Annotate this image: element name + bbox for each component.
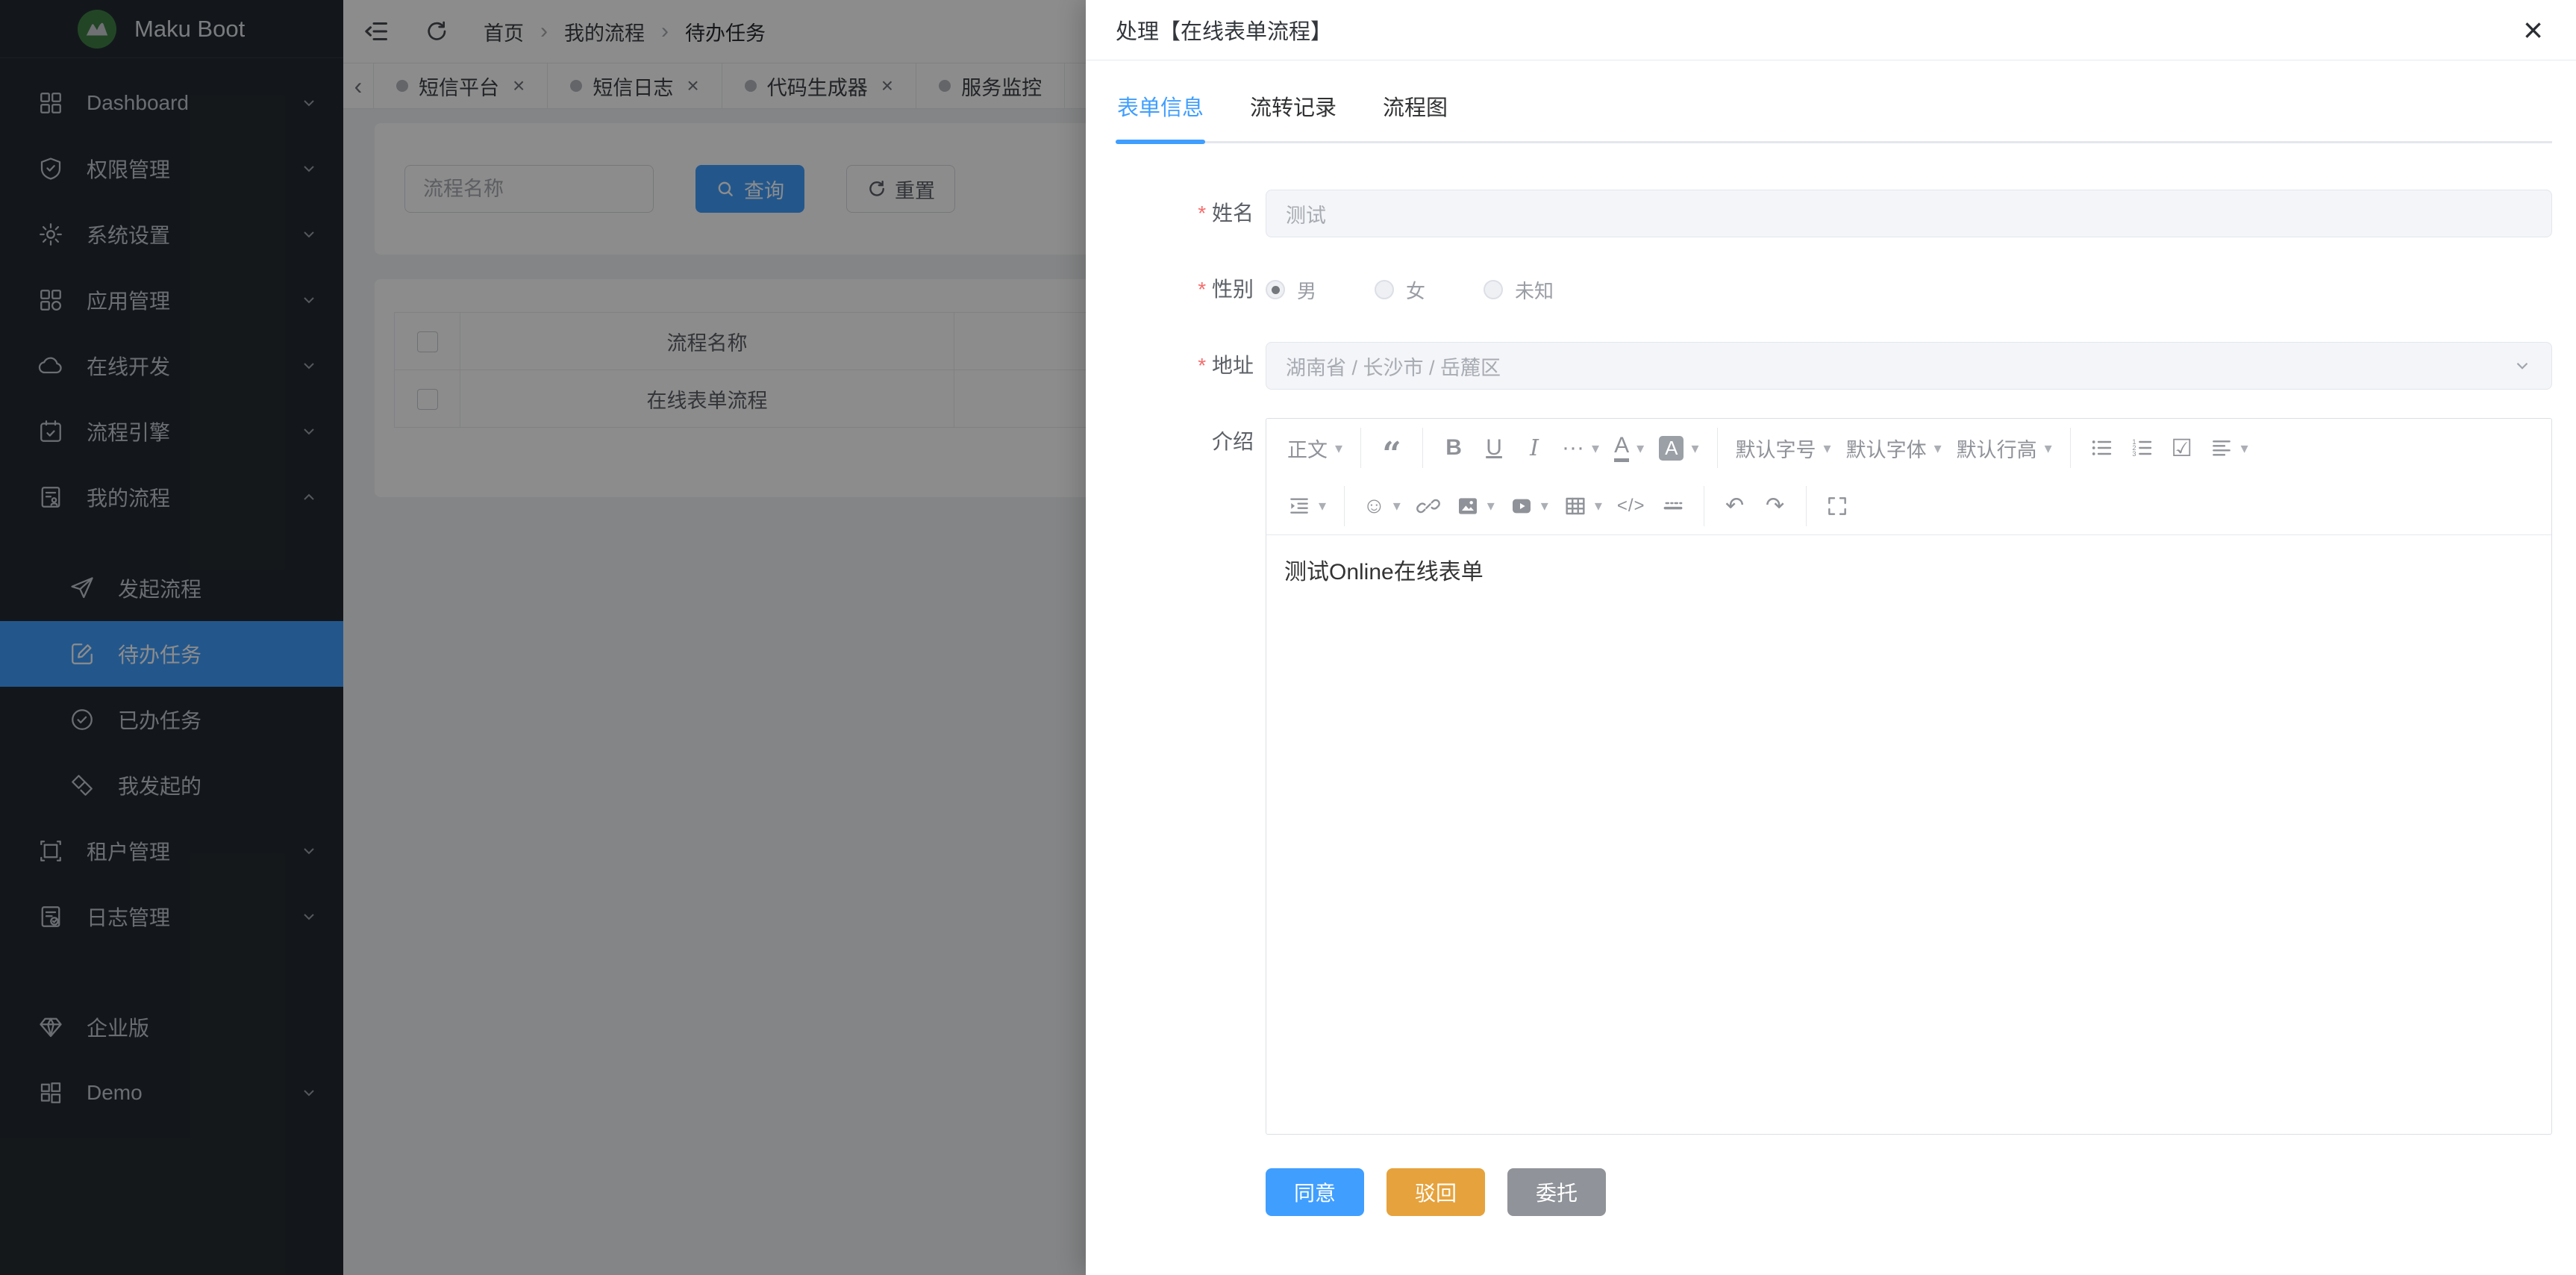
undo-icon: ↶ [1725, 493, 1744, 519]
table-icon [1563, 494, 1587, 518]
more-icon: ··· [1562, 435, 1584, 461]
process-drawer: 处理【在线表单流程】 × 表单信息 流转记录 流程图 姓名 性别 男 [1086, 0, 2576, 1275]
table-dropdown[interactable] [1556, 485, 1610, 527]
bold-button[interactable]: B [1434, 427, 1474, 469]
form-row-name: 姓名 [1116, 190, 2552, 237]
font-family-dropdown[interactable]: 默认字体 [1839, 427, 1949, 469]
todo-list-icon: ☑ [2171, 434, 2192, 462]
toolbar-divider [1806, 486, 1807, 526]
editor-toolbar-row2: ☺ [1266, 477, 2551, 535]
emoji-dropdown[interactable]: ☺ [1355, 485, 1408, 527]
indent-dropdown[interactable] [1280, 485, 1334, 527]
address-value: 湖南省 / 长沙市 / 岳麓区 [1286, 352, 1501, 381]
italic-icon: I [1530, 435, 1539, 461]
fullscreen-button[interactable] [1817, 485, 1857, 527]
font-size-dropdown[interactable]: 默认字号 [1728, 427, 1839, 469]
indent-icon [1287, 494, 1311, 518]
gender-radio-group: 男 女 未知 [1266, 266, 2552, 314]
radio-label: 女 [1406, 276, 1425, 304]
close-icon[interactable]: × [2523, 13, 2543, 47]
radio-unknown[interactable]: 未知 [1484, 276, 1554, 304]
blockquote-button[interactable]: “ [1372, 427, 1412, 469]
image-icon [1456, 494, 1480, 518]
font-color-dropdown[interactable]: A [1607, 427, 1651, 469]
code-block-button[interactable]: </> [1610, 485, 1653, 527]
radio-circle-icon [1266, 280, 1285, 299]
font-color-icon: A [1614, 434, 1629, 462]
todo-list-button[interactable]: ☑ [2162, 427, 2202, 469]
emoji-icon: ☺ [1363, 493, 1386, 519]
name-field[interactable] [1266, 190, 2552, 237]
chevron-down-icon [2513, 356, 2532, 375]
align-icon [2210, 436, 2233, 460]
underline-button[interactable]: U [1474, 427, 1514, 469]
radio-male[interactable]: 男 [1266, 276, 1316, 304]
bold-icon: B [1445, 435, 1462, 461]
form-row-intro: 介绍 正文 “ B U I ··· A A [1116, 418, 2552, 1135]
divider-button[interactable] [1653, 485, 1693, 527]
link-icon [1416, 494, 1440, 518]
drawer-footer: 同意 驳回 委托 [1116, 1168, 2552, 1216]
numbered-list-icon: 123 [2130, 436, 2154, 460]
image-dropdown[interactable] [1448, 485, 1502, 527]
tab-form-info[interactable]: 表单信息 [1116, 86, 1205, 141]
video-icon [1510, 494, 1534, 518]
svg-text:3: 3 [2132, 450, 2136, 458]
radio-female[interactable]: 女 [1375, 276, 1425, 304]
fullscreen-icon [1825, 494, 1849, 518]
address-label: 地址 [1116, 342, 1266, 390]
toolbar-divider [1344, 486, 1345, 526]
code-icon: </> [1617, 496, 1645, 517]
italic-button[interactable]: I [1514, 427, 1554, 469]
underline-icon: U [1486, 435, 1502, 461]
bg-color-dropdown[interactable]: A [1651, 427, 1706, 469]
radio-circle-icon [1484, 280, 1503, 299]
toolbar-divider [2070, 428, 2071, 468]
quote-icon: “ [1382, 434, 1401, 461]
bg-color-icon: A [1659, 436, 1684, 461]
editor-content[interactable]: 测试Online在线表单 [1266, 535, 2551, 1134]
toolbar-divider [1360, 428, 1361, 468]
form-row-address: 地址 湖南省 / 长沙市 / 岳麓区 [1116, 342, 2552, 390]
drawer-title: 处理【在线表单流程】 [1116, 14, 1332, 46]
redo-button[interactable]: ↷ [1755, 485, 1795, 527]
approve-button[interactable]: 同意 [1266, 1168, 1364, 1216]
process-form: 姓名 性别 男 女 [1116, 190, 2552, 1135]
toolbar-divider [1717, 428, 1718, 468]
numbered-list-button[interactable]: 123 [2122, 427, 2162, 469]
intro-label: 介绍 [1116, 418, 1266, 1135]
paragraph-style-dropdown[interactable]: 正文 [1280, 427, 1350, 469]
radio-circle-icon [1375, 280, 1394, 299]
rich-text-editor: 正文 “ B U I ··· A A 默认字号 默认字体 [1266, 418, 2552, 1135]
link-button[interactable] [1408, 485, 1448, 527]
name-label: 姓名 [1116, 190, 1266, 237]
horizontal-rule-icon [1661, 494, 1685, 518]
bullet-list-icon [2089, 436, 2113, 460]
drawer-header: 处理【在线表单流程】 × [1086, 0, 2576, 60]
more-styles-dropdown[interactable]: ··· [1554, 427, 1607, 469]
radio-label: 未知 [1515, 276, 1554, 304]
radio-label: 男 [1297, 276, 1316, 304]
line-height-dropdown[interactable]: 默认行高 [1949, 427, 2060, 469]
toolbar-divider [1422, 428, 1423, 468]
drawer-tabs: 表单信息 流转记录 流程图 [1116, 86, 2552, 143]
tab-flow-diagram[interactable]: 流程图 [1381, 86, 1449, 141]
reject-button[interactable]: 驳回 [1387, 1168, 1485, 1216]
delegate-button[interactable]: 委托 [1507, 1168, 1606, 1216]
bullet-list-button[interactable] [2081, 427, 2122, 469]
editor-toolbar-row1: 正文 “ B U I ··· A A 默认字号 默认字体 [1266, 419, 2551, 477]
video-dropdown[interactable] [1502, 485, 1556, 527]
form-row-gender: 性别 男 女 未知 [1116, 266, 2552, 314]
undo-button[interactable]: ↶ [1715, 485, 1755, 527]
gender-label: 性别 [1116, 266, 1266, 314]
align-dropdown[interactable] [2202, 427, 2256, 469]
tab-flow-records[interactable]: 流转记录 [1248, 86, 1338, 141]
address-select[interactable]: 湖南省 / 长沙市 / 岳麓区 [1266, 342, 2552, 390]
drawer-body: 表单信息 流转记录 流程图 姓名 性别 男 [1086, 60, 2576, 1216]
redo-icon: ↷ [1766, 493, 1784, 519]
